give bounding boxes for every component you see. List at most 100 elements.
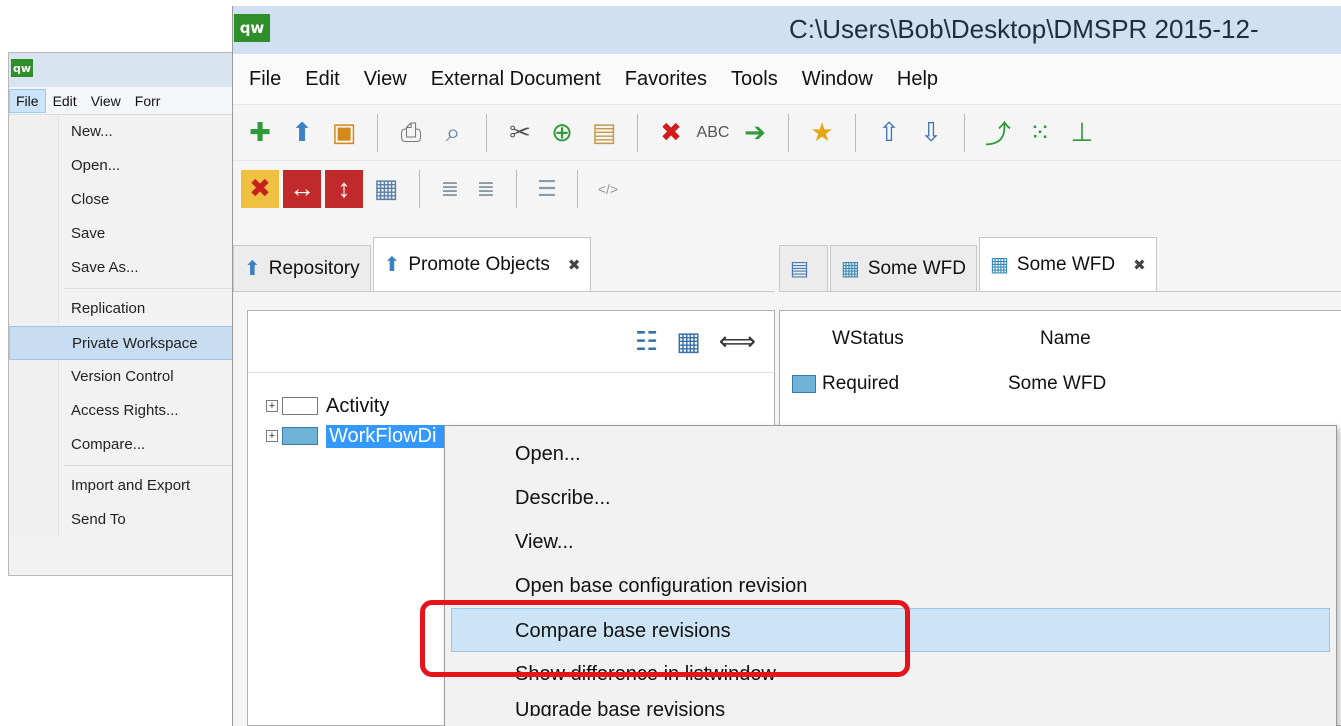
column-header-name[interactable]: Name xyxy=(1000,328,1091,350)
cell-status: Required xyxy=(780,373,1000,395)
swap-horizontal-icon[interactable]: ↔ xyxy=(283,169,321,208)
tree-icon[interactable]: ⁙ xyxy=(1021,114,1059,152)
activity-icon xyxy=(282,397,318,415)
toolbar-separator xyxy=(577,169,578,208)
menu-item-save-as[interactable]: Save As... xyxy=(9,251,242,285)
hierarchy-icon[interactable]: ⊥ xyxy=(1063,114,1101,152)
tab-some-wfd[interactable]: ▦ Some WFD xyxy=(829,245,977,291)
menu-external-document[interactable]: External Document xyxy=(419,68,613,91)
menu-item-access-rights[interactable]: Access Rights... xyxy=(9,394,242,428)
menu-edit[interactable]: Edit xyxy=(46,93,84,109)
promote-icon: ⬆ xyxy=(383,254,401,276)
paste-icon[interactable]: ▤ xyxy=(585,114,623,152)
new-icon[interactable]: ⊕ xyxy=(543,114,581,152)
expand-toggle-icon[interactable]: + xyxy=(266,430,278,442)
delete-icon[interactable]: ✖ xyxy=(652,114,690,152)
tab-some-wfd-active[interactable]: ▦ Some WFD ✖ xyxy=(979,237,1157,291)
context-item-describe[interactable]: Describe... xyxy=(445,476,1336,520)
favorite-icon[interactable]: ★ xyxy=(803,114,841,152)
toolbar-separator xyxy=(486,113,487,152)
close-icon[interactable]: ✖ xyxy=(1133,256,1146,274)
menu-separator xyxy=(64,465,242,466)
rename-icon[interactable]: ABC xyxy=(694,114,732,152)
view-list-icon[interactable]: ☷ xyxy=(635,326,658,357)
menu-view[interactable]: View xyxy=(84,93,128,109)
tab-list-view[interactable]: ▤ xyxy=(779,245,828,291)
upload-icon[interactable]: ⇧ xyxy=(870,114,908,152)
menu-window[interactable]: Window xyxy=(790,68,885,91)
tab-repository[interactable]: ⬆ Repository xyxy=(233,245,371,291)
workflow-icon xyxy=(282,427,318,445)
import-icon[interactable]: ⬆ xyxy=(283,114,321,152)
menu-item-replication[interactable]: Replication xyxy=(9,292,242,326)
calendar-view-icon[interactable]: ▦ xyxy=(676,326,701,357)
menu-view[interactable]: View xyxy=(352,68,419,91)
expand-toggle-icon[interactable]: + xyxy=(266,400,278,412)
menu-file[interactable]: File xyxy=(237,68,293,91)
menubar: File Edit View External Document Favorit… xyxy=(233,54,1341,104)
column-header-wstatus[interactable]: WStatus xyxy=(780,328,1000,350)
list-item[interactable]: Required Some WFD xyxy=(780,367,1341,401)
menu-item-version-control[interactable]: Version Control xyxy=(9,360,242,394)
menu-item-save[interactable]: Save xyxy=(9,217,242,251)
menu-format[interactable]: Forr xyxy=(128,93,168,109)
menu-item-compare[interactable]: Compare... xyxy=(9,428,242,462)
background-menubar: File Edit View Forr xyxy=(9,87,242,115)
print-icon[interactable]: ⎙ xyxy=(392,114,430,152)
workflow-icon: ▦ xyxy=(840,258,860,280)
toolbar-separator xyxy=(788,113,789,152)
link-icon[interactable]: ⤴ xyxy=(979,114,1017,152)
toolbar-separator xyxy=(964,113,965,152)
expand-icon[interactable]: ⟺ xyxy=(719,326,756,357)
menu-edit[interactable]: Edit xyxy=(293,68,351,91)
menu-item-send-to[interactable]: Send To xyxy=(9,503,242,537)
menu-item-open[interactable]: Open... xyxy=(9,149,242,183)
menu-file[interactable]: File xyxy=(9,88,46,113)
cut-icon[interactable]: ✂ xyxy=(501,114,539,152)
menu-help[interactable]: Help xyxy=(885,68,950,91)
status-text: Required xyxy=(822,373,900,394)
menu-item-close[interactable]: Close xyxy=(9,183,242,217)
workflow-icon xyxy=(792,375,816,393)
save-icon[interactable]: ▣ xyxy=(325,114,363,152)
list-add-icon[interactable]: ≣ xyxy=(434,170,466,208)
qw-logo-icon: qw xyxy=(11,59,33,77)
menu-separator xyxy=(64,288,242,289)
menu-item-private-workspace[interactable]: Private Workspace xyxy=(9,326,242,360)
background-window: qw File Edit View Forr New... Open... Cl… xyxy=(8,52,243,576)
tab-label: Some WFD xyxy=(1016,253,1116,275)
list-check-icon[interactable]: ≣ xyxy=(470,170,502,208)
right-tab-strip: ▤ ▦ Some WFD ▦ Some WFD ✖ xyxy=(779,232,1341,292)
tree-node-label: Activity xyxy=(326,394,390,417)
tab-promote-objects[interactable]: ⬆ Promote Objects ✖ xyxy=(372,237,592,291)
toolbar-separator xyxy=(419,169,420,208)
toolbar-separator xyxy=(377,113,378,152)
swap-vertical-icon[interactable]: ↕ xyxy=(325,169,363,208)
menu-item-import-export[interactable]: Import and Export xyxy=(9,469,242,503)
download-icon[interactable]: ⇩ xyxy=(912,114,950,152)
window-title: C:\Users\Bob\Desktop\DMSPR 2015-12- xyxy=(789,14,1259,44)
menu-tools[interactable]: Tools xyxy=(719,68,790,91)
tree-pane-toolbar: ☷ ▦ ⟺ xyxy=(248,311,774,373)
toolbar-primary: ✚ ⬆ ▣ ⎙ ⌕ ✂ ⊕ ▤ ✖ ABC ➔ ★ ⇧ ⇩ ⤴ ⁙ ⊥ xyxy=(233,104,1341,160)
red-x-icon[interactable]: ✖ xyxy=(241,169,279,208)
context-item-upgrade-base-revisions[interactable]: Upgrade base revisions xyxy=(445,696,1336,716)
context-item-view[interactable]: View... xyxy=(445,520,1336,564)
context-menu: Open... Describe... View... Open base co… xyxy=(444,425,1337,726)
grid-icon[interactable]: ▦ xyxy=(367,170,405,208)
list-icon[interactable]: ☰ xyxy=(531,170,563,208)
toolbar-secondary: ✖ ↔ ↕ ▦ ≣ ≣ ☰ </> xyxy=(233,160,1341,216)
menu-item-new[interactable]: New... xyxy=(9,115,242,149)
workflow-icon: ▦ xyxy=(990,254,1009,276)
close-icon[interactable]: ✖ xyxy=(568,256,581,274)
left-tab-strip: ⬆ Repository ⬆ Promote Objects ✖ xyxy=(233,232,775,292)
search-icon[interactable]: ⌕ xyxy=(434,114,472,152)
move-icon[interactable]: ➔ xyxy=(736,114,774,152)
add-icon[interactable]: ✚ xyxy=(241,114,279,152)
menu-favorites[interactable]: Favorites xyxy=(613,68,719,91)
html-icon[interactable]: </> xyxy=(592,170,624,208)
tree-node-activity[interactable]: + Activity xyxy=(248,391,774,421)
toolbar-separator xyxy=(637,113,638,152)
context-item-open[interactable]: Open... xyxy=(445,432,1336,476)
qw-logo-icon: qw xyxy=(234,14,270,42)
